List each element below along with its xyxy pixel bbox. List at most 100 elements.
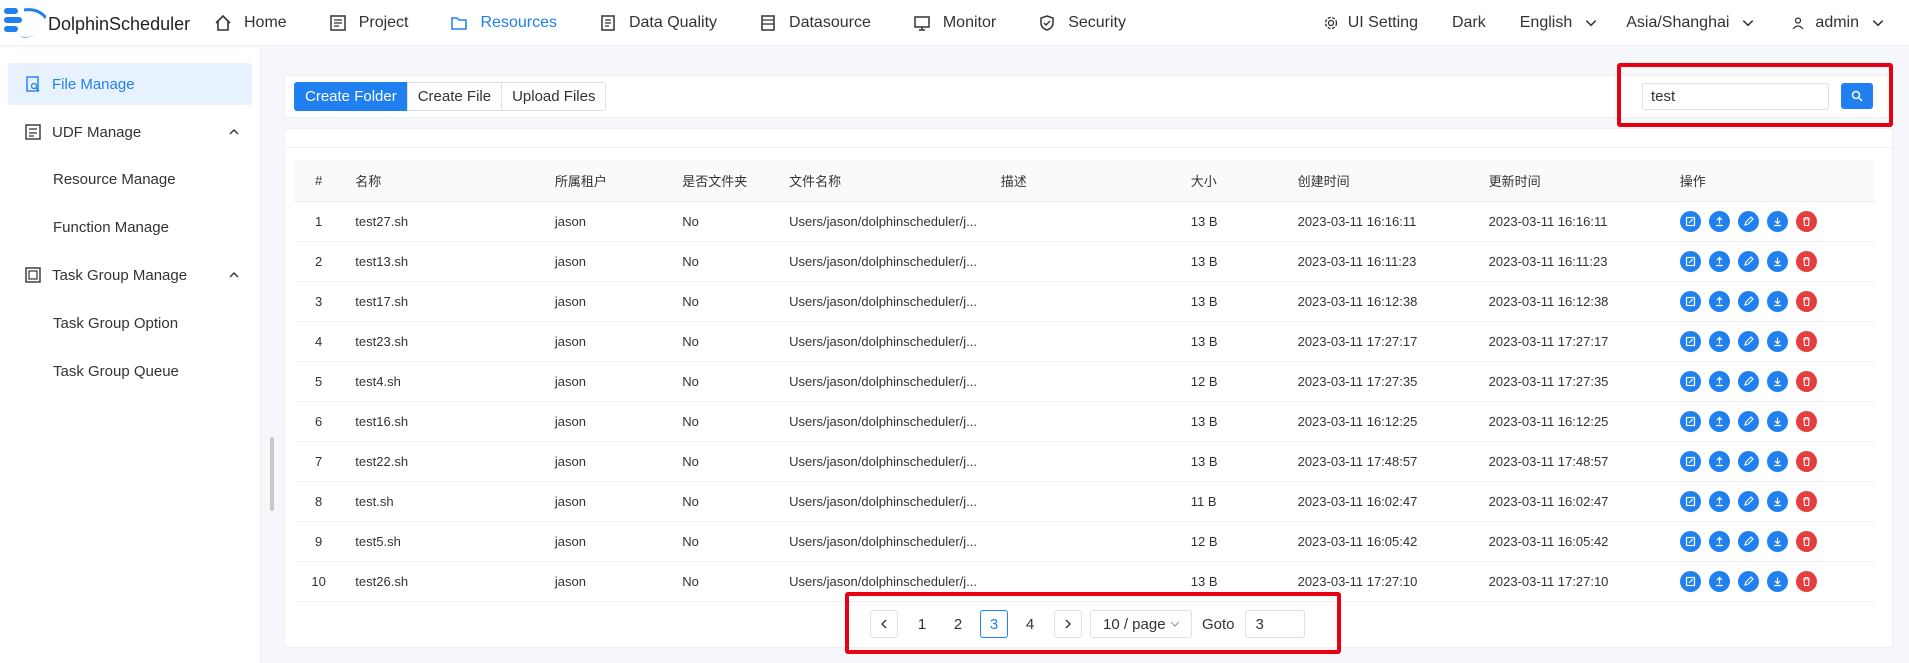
rename-button[interactable] — [1708, 290, 1730, 312]
rename-button[interactable] — [1708, 570, 1730, 592]
search-input[interactable]: test — [1642, 83, 1829, 110]
next-page-button[interactable] — [1054, 610, 1082, 638]
nav-resources[interactable]: Resources — [450, 0, 557, 46]
edit-button[interactable] — [1679, 370, 1701, 392]
download-button[interactable] — [1766, 530, 1788, 552]
edit-pen-button[interactable] — [1737, 450, 1759, 472]
sidebar-item-resource-manage[interactable]: Resource Manage — [53, 171, 176, 188]
cell-name[interactable]: test22.sh — [343, 441, 555, 482]
rename-button[interactable] — [1708, 490, 1730, 512]
edit-pen-button[interactable] — [1737, 410, 1759, 432]
download-button[interactable] — [1766, 490, 1788, 512]
download-button[interactable] — [1766, 570, 1788, 592]
rename-button[interactable] — [1708, 370, 1730, 392]
page-1[interactable]: 1 — [908, 610, 936, 638]
search-icon — [1851, 90, 1863, 102]
download-button[interactable] — [1766, 410, 1788, 432]
sidebar-item-task-group-queue[interactable]: Task Group Queue — [53, 363, 179, 380]
edit-pen-button[interactable] — [1737, 530, 1759, 552]
nav-project[interactable]: Project — [329, 0, 408, 46]
create-folder-button[interactable]: Create Folder — [294, 82, 408, 111]
edit-button[interactable] — [1679, 410, 1701, 432]
delete-button[interactable] — [1795, 490, 1817, 512]
edit-pen-button[interactable] — [1737, 490, 1759, 512]
sidebar-item-task-group-manage[interactable]: Task Group Manage — [8, 254, 252, 296]
delete-button[interactable] — [1795, 290, 1817, 312]
edit-pen-button[interactable] — [1737, 290, 1759, 312]
cell-operations — [1679, 521, 1875, 562]
sidebar-item-function-manage[interactable]: Function Manage — [53, 219, 169, 236]
cell-name[interactable]: test26.sh — [343, 561, 555, 602]
page-size-select[interactable]: 10 / page — [1090, 610, 1192, 638]
edit-pen-button[interactable] — [1737, 370, 1759, 392]
download-button[interactable] — [1766, 290, 1788, 312]
cell-name[interactable]: test4.sh — [343, 361, 555, 402]
delete-icon — [1802, 216, 1810, 226]
rename-button[interactable] — [1708, 210, 1730, 232]
language-select[interactable]: English — [1520, 14, 1608, 32]
sidebar-item-udf-manage[interactable]: UDF Manage — [8, 111, 252, 153]
delete-button[interactable] — [1795, 530, 1817, 552]
edit-pen-button[interactable] — [1737, 570, 1759, 592]
theme-toggle[interactable]: Dark — [1452, 14, 1486, 32]
timezone-select[interactable]: Asia/Shanghai — [1626, 14, 1765, 32]
delete-button[interactable] — [1795, 370, 1817, 392]
nav-monitor[interactable]: Monitor — [913, 0, 996, 46]
nav-security[interactable]: Security — [1038, 0, 1126, 46]
edit-pen-button[interactable] — [1737, 250, 1759, 272]
udf-icon — [25, 124, 41, 140]
rename-button[interactable] — [1708, 410, 1730, 432]
edit-pen-button[interactable] — [1737, 210, 1759, 232]
cell-name[interactable]: test.sh — [343, 481, 555, 522]
edit-button[interactable] — [1679, 290, 1701, 312]
upload-files-button[interactable]: Upload Files — [501, 82, 607, 111]
ui-setting-button[interactable]: UI Setting — [1324, 14, 1418, 32]
download-button[interactable] — [1766, 210, 1788, 232]
rename-button[interactable] — [1708, 530, 1730, 552]
cell-name[interactable]: test17.sh — [343, 281, 555, 322]
delete-button[interactable] — [1795, 450, 1817, 472]
page-3[interactable]: 3 — [980, 610, 1008, 638]
edit-pen-button[interactable] — [1737, 330, 1759, 352]
nav-data-quality[interactable]: Data Quality — [599, 0, 717, 46]
edit-button[interactable] — [1679, 570, 1701, 592]
edit-button[interactable] — [1679, 250, 1701, 272]
page-2[interactable]: 2 — [944, 610, 972, 638]
cell-name[interactable]: test16.sh — [343, 401, 555, 442]
delete-button[interactable] — [1795, 210, 1817, 232]
edit-pen-icon — [1743, 375, 1754, 386]
delete-button[interactable] — [1795, 330, 1817, 352]
rename-button[interactable] — [1708, 330, 1730, 352]
download-button[interactable] — [1766, 450, 1788, 472]
delete-button[interactable] — [1795, 570, 1817, 592]
edit-button[interactable] — [1679, 490, 1701, 512]
cell-update-time: 2023-03-11 17:27:35 — [1488, 361, 1680, 402]
rename-button[interactable] — [1708, 450, 1730, 472]
download-button[interactable] — [1766, 330, 1788, 352]
delete-button[interactable] — [1795, 250, 1817, 272]
sidebar-item-file-manage[interactable]: File Manage — [8, 63, 252, 105]
logo[interactable]: DolphinScheduler — [0, 0, 200, 46]
download-button[interactable] — [1766, 250, 1788, 272]
edit-button[interactable] — [1679, 530, 1701, 552]
page-4[interactable]: 4 — [1016, 610, 1044, 638]
search-button[interactable] — [1841, 83, 1873, 109]
sidebar-scrollbar[interactable] — [270, 437, 274, 511]
edit-button[interactable] — [1679, 330, 1701, 352]
goto-input[interactable]: 3 — [1244, 610, 1305, 638]
cell-name[interactable]: test13.sh — [343, 241, 555, 282]
sidebar-item-task-group-option[interactable]: Task Group Option — [53, 315, 178, 332]
rename-button[interactable] — [1708, 250, 1730, 272]
cell-name[interactable]: test5.sh — [343, 521, 555, 562]
create-file-button[interactable]: Create File — [406, 82, 503, 111]
cell-name[interactable]: test23.sh — [343, 321, 555, 362]
edit-button[interactable] — [1679, 210, 1701, 232]
prev-page-button[interactable] — [870, 610, 898, 638]
user-menu[interactable]: admin — [1791, 14, 1895, 32]
cell-name[interactable]: test27.sh — [343, 201, 555, 242]
edit-button[interactable] — [1679, 450, 1701, 472]
nav-home[interactable]: Home — [214, 0, 287, 46]
nav-datasource[interactable]: Datasource — [759, 0, 871, 46]
delete-button[interactable] — [1795, 410, 1817, 432]
download-button[interactable] — [1766, 370, 1788, 392]
